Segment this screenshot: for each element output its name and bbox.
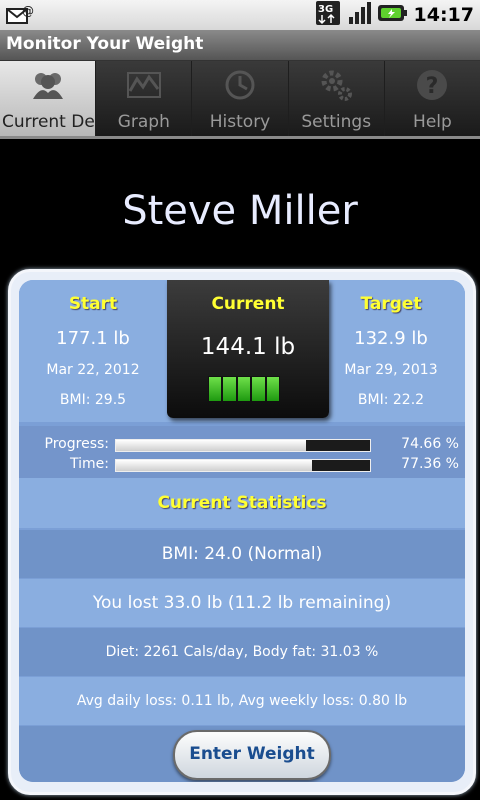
target-date: Mar 29, 2013 [344,362,438,378]
tab-label: Current Deta [2,112,95,132]
clock-time: 14:17 [413,4,474,26]
meter-segment [223,377,236,401]
tab-current-details[interactable]: Current Deta [0,61,97,136]
diet-info: Diet: 2261 Cals/day, Body fat: 31.03 % [19,628,465,676]
user-name: Steve Miller [122,188,358,234]
time-percent: 77.36 % [401,456,459,472]
progress-meter [208,376,280,402]
signal-strength-icon [348,1,372,29]
details-card: Start 177.1 lb Mar 22, 2012 BMI: 29.5 Cu… [8,269,476,795]
svg-text:3G: 3G [318,4,333,15]
start-header: Start [68,294,118,314]
battery-charging-icon [377,3,408,27]
network-3g-icon: 3G [315,1,342,29]
tab-bar: Current Deta Graph History Settings [0,61,480,136]
progress-row: Progress: 74.66 % [19,436,465,454]
mail-notification-icon: @ [6,4,36,26]
time-bar [115,459,371,472]
target-bmi: BMI: 22.2 [357,392,425,408]
progress-percent: 74.66 % [401,436,459,452]
tab-label: Settings [301,112,372,132]
tab-label: Help [413,112,452,132]
average-loss: Avg daily loss: 0.11 lb, Avg weekly loss… [19,677,465,725]
progress-label: Progress: [44,436,109,452]
tab-label: History [209,112,271,132]
time-label: Time: [70,456,109,472]
start-date: Mar 22, 2012 [46,362,140,378]
time-bar-fill [116,460,313,471]
svg-text:?: ? [426,74,439,99]
tab-history[interactable]: History [192,61,289,136]
current-header: Current [211,294,285,314]
enter-weight-button[interactable]: Enter Weight [173,730,331,780]
users-icon [29,67,67,103]
tab-help[interactable]: ? Help [384,61,480,136]
tab-settings[interactable]: Settings [288,61,385,136]
statistics-header: Current Statistics [19,478,465,528]
start-column: Start 177.1 lb Mar 22, 2012 BMI: 29.5 [19,280,167,422]
meter-segment [266,377,280,401]
meter-segment [209,377,222,401]
svg-text:@: @ [22,4,34,18]
tab-divider [0,136,480,139]
time-row: Time: 77.36 % [19,456,465,474]
tab-graph[interactable]: Graph [96,61,193,136]
start-bmi: BMI: 29.5 [59,392,127,408]
current-panel: Current 144.1 lb [167,280,329,418]
summary-block: Start 177.1 lb Mar 22, 2012 BMI: 29.5 Cu… [19,280,465,422]
target-weight: 132.9 lb [354,328,428,349]
target-header: Target [360,294,422,314]
target-column: Target 132.9 lb Mar 29, 2013 BMI: 22.2 [317,280,465,422]
app-title: Monitor Your Weight [6,34,204,54]
current-bmi: BMI: 24.0 (Normal) [19,530,465,578]
help-icon: ? [413,67,451,103]
tab-label: Graph [117,112,170,132]
graph-icon [125,67,163,103]
current-weight: 144.1 lb [200,334,296,360]
meter-segment [252,377,265,401]
meter-segment [237,377,251,401]
weight-lost: You lost 33.0 lb (11.2 lb remaining) [19,579,465,627]
progress-section: Progress: 74.66 % Time: 77.36 % [19,426,465,478]
status-bar: @ 3G 14:17 [0,0,480,30]
app-title-bar: Monitor Your Weight [0,30,480,61]
progress-bar-fill [116,440,306,451]
start-weight: 177.1 lb [56,328,130,349]
gears-icon [317,67,355,103]
progress-bar [115,439,371,452]
clock-icon [221,67,259,103]
